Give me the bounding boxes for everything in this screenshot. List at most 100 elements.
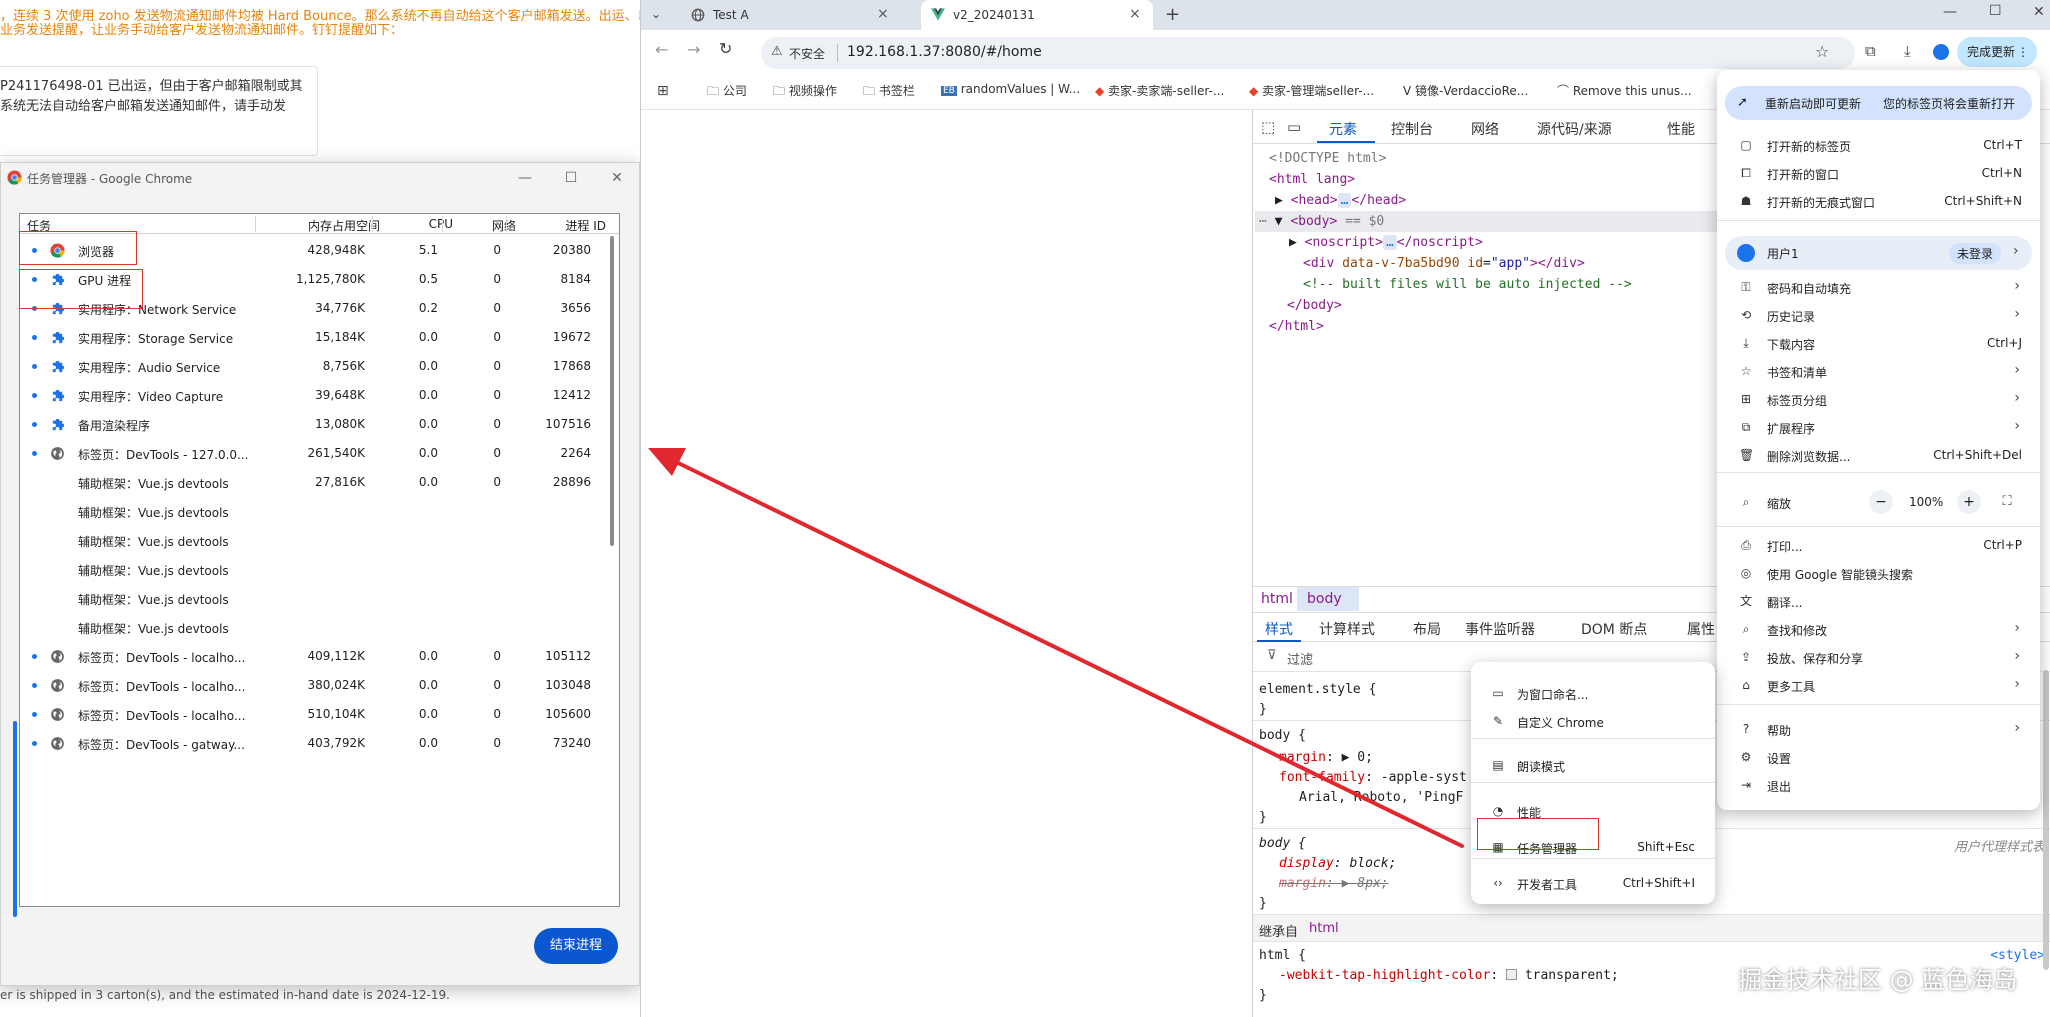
table-row[interactable]: 实用程序：Audio Service 8,756K 0.0 0 17868 <box>20 352 605 381</box>
close-icon[interactable]: × <box>877 6 889 22</box>
address-bar[interactable]: ⚠ 不安全 192.168.1.37:8080/#/home ☆ <box>761 37 1855 69</box>
table-row[interactable]: 标签页：DevTools - localho... 510,104K 0.0 0 105… <box>20 700 605 729</box>
menu-item-incognito[interactable]: ☗ 打开新的无痕式窗口 Ctrl+Shift+N <box>1717 188 2040 216</box>
end-process-button[interactable]: 结束进程 <box>534 928 618 964</box>
tab-performance[interactable]: 性能 <box>1667 119 1695 139</box>
dom-comment[interactable]: <!-- built files will be auto injected -… <box>1303 274 1632 295</box>
submenu-item-reader[interactable]: ▤ 朗读模式 <box>1471 752 1715 780</box>
table-row[interactable]: 标签页：DevTools - gatway... 403,792K 0.0 0 7324… <box>20 729 605 758</box>
table-row[interactable]: 标签页：DevTools - localho... 380,024K 0.0 0 103… <box>20 671 605 700</box>
rule-body-ua-selector[interactable]: body { <box>1259 836 1306 851</box>
color-swatch[interactable] <box>1505 969 1517 980</box>
table-row[interactable]: 辅助框架：Vue.js devtools <box>20 584 605 613</box>
avatar[interactable] <box>1933 44 1949 60</box>
bookmark-remove-unused[interactable]: ⌒ Remove this unus... <box>1557 82 1692 99</box>
menu-item-new-tab[interactable]: ▢ 打开新的标签页 Ctrl+T <box>1717 132 2040 160</box>
update-button[interactable]: 完成更新 ⋮ <box>1957 37 2037 67</box>
inherited-tag[interactable]: html <box>1309 921 1339 936</box>
relaunch-to-update-item[interactable]: ➚ 重新启动即可更新 您的标签页将会重新打开 <box>1725 86 2032 120</box>
forward-icon[interactable]: → <box>687 40 700 59</box>
maximize-icon[interactable]: ☐ <box>1989 3 2002 19</box>
menu-item-find[interactable]: ⌕ 查找和修改 › <box>1717 616 2040 644</box>
rule-margin-decl[interactable]: margin: ▶ 0; <box>1279 750 1373 765</box>
bookmark-verdaccio[interactable]: V 镜像-VerdaccioRe... <box>1403 82 1528 99</box>
close-icon[interactable]: × <box>1129 6 1141 22</box>
menu-item-star[interactable]: ☆ 书签和清单 › <box>1717 358 2040 386</box>
bookmark-folder-bar[interactable]: 🗀 书签栏 <box>863 82 915 103</box>
apps-grid-icon[interactable]: ⊞ <box>657 83 669 99</box>
table-row[interactable]: 辅助框架：Vue.js devtools 27,816K 0.0 0 28896 <box>20 468 605 497</box>
table-row[interactable]: 标签页：DevTools - 127.0.0... 261,540K 0.0 0 226… <box>20 439 605 468</box>
menu-item-toolbox[interactable]: ⌂ 更多工具 › <box>1717 672 2040 700</box>
expand-arrow-icon[interactable]: ▶ <box>1289 235 1297 250</box>
tab-console[interactable]: 控制台 <box>1391 119 1433 139</box>
tab-dom-breakpoints[interactable]: DOM 断点 <box>1581 619 1647 639</box>
reload-icon[interactable]: ↻ <box>719 39 732 58</box>
table-scrollbar[interactable] <box>610 236 614 546</box>
profile-item[interactable]: 用户1 未登录 › <box>1725 236 2032 270</box>
table-row[interactable]: 辅助框架：Vue.js devtools <box>20 555 605 584</box>
bookmark-folder-company[interactable]: 🗀 公司 <box>707 82 747 103</box>
minimize-icon[interactable]: — <box>503 165 547 191</box>
tab-layout[interactable]: 布局 <box>1413 619 1441 639</box>
collapse-arrow-icon[interactable]: ▼ <box>1275 214 1283 229</box>
table-row[interactable]: 实用程序：Video Capture 39,648K 0.0 0 12412 <box>20 381 605 410</box>
menu-item-help[interactable]: ? 帮助 › <box>1717 716 2040 744</box>
dom-div-app[interactable]: <div data-v-7ba5bd90 id="app"></div> <box>1303 253 1585 274</box>
menu-item-grid[interactable]: ⊞ 标签页分组 › <box>1717 386 2040 414</box>
dom-doctype[interactable]: <!DOCTYPE html> <box>1269 148 1386 169</box>
rule-body-selector[interactable]: body { <box>1259 728 1306 743</box>
tab-v2-active[interactable]: v2_20240131 × <box>921 0 1153 30</box>
download-icon[interactable]: ⤓ <box>1904 42 1911 60</box>
task-manager-titlebar[interactable]: 任务管理器 - Google Chrome — ☐ ✕ <box>1 163 639 193</box>
ellipsis-icon[interactable]: … <box>1382 235 1397 250</box>
dom-html-open[interactable]: <html lang> <box>1269 169 1355 190</box>
menu-item-translate[interactable]: 文 翻译... <box>1717 588 2040 616</box>
table-row[interactable]: 辅助框架：Vue.js devtools <box>20 526 605 555</box>
menu-item-lens[interactable]: ◎ 使用 Google 智能镜头搜索 <box>1717 560 2040 588</box>
minimize-icon[interactable]: — <box>1943 4 1957 20</box>
dom-noscript-node[interactable]: ▶ <noscript>… </noscript> <box>1289 232 1483 253</box>
menu-item-extension[interactable]: ⧉ 扩展程序 › <box>1717 414 2040 442</box>
device-toolbar-icon[interactable]: ▭ <box>1287 118 1301 136</box>
submenu-item-code[interactable]: ‹› 开发者工具 Ctrl+Shift+I <box>1471 870 1715 898</box>
table-row[interactable]: 实用程序：Storage Service 15,184K 0.0 0 19672 <box>20 323 605 352</box>
styles-scrollbar[interactable] <box>2043 670 2049 970</box>
menu-item-key[interactable]: ⚿ 密码和自动填充 › <box>1717 274 2040 302</box>
dom-body-node[interactable]: ⋯ ▼ <body> == $0 <box>1259 211 1384 232</box>
bookmark-seller-2[interactable]: ◆ 卖家-管理端seller-... <box>1249 82 1374 99</box>
dom-html-close[interactable]: </html> <box>1269 316 1324 337</box>
dom-body-close[interactable]: </body> <box>1287 295 1342 316</box>
breadcrumb-html[interactable]: html <box>1261 591 1293 607</box>
tab-elements[interactable]: 元素 <box>1329 119 1357 139</box>
rule-html-selector[interactable]: html { <box>1259 948 1306 963</box>
zoom-in-button[interactable]: + <box>1957 490 1981 514</box>
rule-tap-highlight-decl[interactable]: -webkit-tap-highlight-color: transparent… <box>1279 968 1619 983</box>
rule-font-decl[interactable]: font-family: -apple-syst <box>1279 770 1467 785</box>
new-tab-icon[interactable]: + <box>1165 4 1180 25</box>
menu-item-print[interactable]: ⎙ 打印... Ctrl+P <box>1717 532 2040 560</box>
tab-network[interactable]: 网络 <box>1471 119 1499 139</box>
tab-test-a[interactable]: Test A × <box>681 0 901 30</box>
menu-item-history[interactable]: ⟲ 历史记录 › <box>1717 302 2040 330</box>
tab-search-icon[interactable]: ⌄ <box>651 7 661 21</box>
tab-properties[interactable]: 属性 <box>1687 619 1715 639</box>
table-row[interactable]: 辅助框架：Vue.js devtools <box>20 497 605 526</box>
maximize-icon[interactable]: ☐ <box>549 165 593 191</box>
table-row[interactable]: 备用渲染程序 13,080K 0.0 0 107516 <box>20 410 605 439</box>
submenu-item-pencil[interactable]: ✎ 自定义 Chrome <box>1471 708 1715 736</box>
inspect-element-icon[interactable]: ⬚ <box>1261 118 1275 136</box>
rule-element-style[interactable]: element.style { <box>1259 682 1376 697</box>
bookmark-star-icon[interactable]: ☆ <box>1815 42 1829 61</box>
breadcrumb-body[interactable]: body <box>1307 591 1342 607</box>
ellipsis-icon[interactable]: … <box>1337 193 1352 208</box>
warning-icon[interactable]: ⚠ <box>771 44 783 59</box>
menu-item-download[interactable]: ⤓ 下载内容 Ctrl+J <box>1717 330 2040 358</box>
url-text[interactable]: 192.168.1.37:8080/#/home <box>847 44 1042 60</box>
menu-item-trash[interactable]: 🗑 删除浏览数据... Ctrl+Shift+Del <box>1717 442 2040 470</box>
close-icon[interactable]: ✕ <box>2033 4 2045 20</box>
tab-event-listeners[interactable]: 事件监听器 <box>1465 619 1535 639</box>
fullscreen-icon[interactable]: ⛶ <box>1995 490 2019 514</box>
zoom-out-button[interactable]: − <box>1869 490 1893 514</box>
security-label[interactable]: 不安全 <box>789 45 825 62</box>
